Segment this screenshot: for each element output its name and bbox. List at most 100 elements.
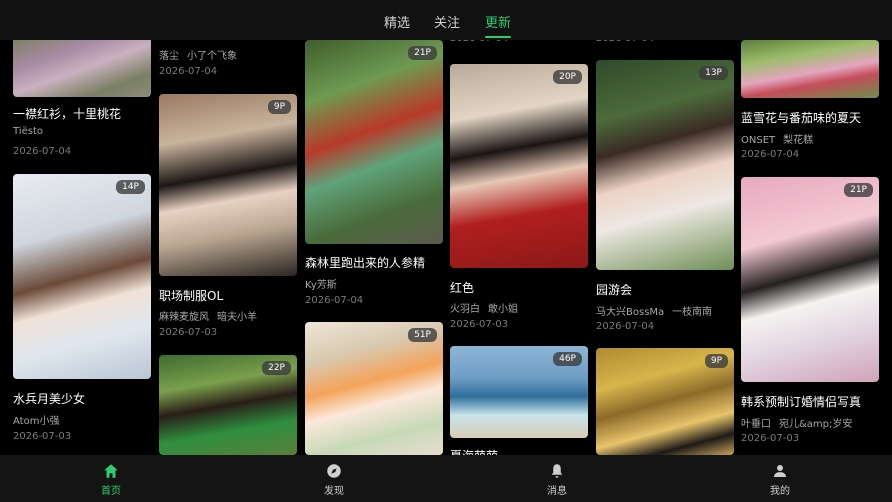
- tab-featured[interactable]: 精选: [384, 12, 410, 31]
- author-name[interactable]: 一枝南南: [672, 307, 712, 318]
- author-name[interactable]: 敢小姐: [488, 304, 518, 315]
- gallery-card[interactable]: 蓝雪花与番茄味的夏天 ONSET 梨花糕 2026-07-04: [741, 40, 879, 165]
- gallery-card[interactable]: 落尘 小了个飞象 2026-07-04: [159, 40, 297, 85]
- active-tab-indicator: [485, 36, 512, 38]
- feed-column-6: 蓝雪花与番茄味的夏天 ONSET 梨花糕 2026-07-04 21P 韩系预制订…: [741, 40, 879, 455]
- feed-column-5: 2026-07-04 13P 园游会 马大兴BossMa 一枝南南 2026-07…: [596, 40, 734, 455]
- cover-image[interactable]: [13, 40, 151, 97]
- gallery-card[interactable]: 46P 夏海萌萌: [450, 346, 588, 455]
- card-title[interactable]: 蓝雪花与番茄味的夏天: [741, 109, 879, 126]
- card-date: 2026-07-03: [13, 431, 72, 442]
- card-date: 2026-07-03: [450, 319, 509, 330]
- gallery-card[interactable]: 21P 韩系预制订婚情侣写真 叶垂口 宛儿&amp;岁安 2026-07-03: [741, 177, 879, 455]
- card-authors: Atom小强: [13, 412, 153, 427]
- nav-label: 我的: [770, 486, 790, 497]
- cover-image[interactable]: 21P: [741, 177, 879, 382]
- card-title[interactable]: 森林里跑出来的人参精: [305, 254, 443, 271]
- photo-count-badge: 21P: [408, 46, 437, 60]
- cover-image[interactable]: 9P: [596, 348, 734, 455]
- author-name[interactable]: Tiësto: [13, 126, 43, 137]
- gallery-feed[interactable]: 一襟红衫，十里桃花 Tiësto 2026-07-04 14P 水兵月美少女 A…: [0, 40, 892, 455]
- feed-column-3: 21P 森林里跑出来的人参精 Ky芳斯 2026-07-04 51P: [305, 40, 443, 455]
- feed-column-4: 2026-07-04 20P 红色 火羽白敢小姐 2026-07-03 46P …: [450, 40, 588, 455]
- gallery-card[interactable]: 一襟红衫，十里桃花 Tiësto 2026-07-04: [13, 40, 151, 180]
- card-date: 2026-07-04: [305, 295, 364, 306]
- gallery-card[interactable]: 9P: [596, 348, 734, 455]
- cover-image[interactable]: [741, 40, 879, 98]
- gallery-card[interactable]: 9P 职场制服OL 麻辣麦旋风 暗夫小羊 2026-07-03: [159, 94, 297, 344]
- photo-count-badge: 51P: [408, 328, 437, 342]
- gallery-card[interactable]: 13P 园游会 马大兴BossMa 一枝南南 2026-07-04: [596, 60, 736, 332]
- photo-count-badge: 14P: [116, 180, 145, 194]
- cover-image[interactable]: 21P: [305, 40, 443, 244]
- nav-profile[interactable]: 我的: [740, 462, 820, 497]
- tab-updates[interactable]: 更新: [485, 12, 512, 38]
- feed-column-2: 落尘 小了个飞象 2026-07-04 9P 职场制服OL 麻辣麦旋风 暗夫小羊 2…: [159, 40, 297, 455]
- card-date: 2026-07-04: [596, 321, 655, 332]
- cover-image[interactable]: 13P: [596, 60, 734, 270]
- author-name[interactable]: Ky芳斯: [305, 280, 337, 291]
- card-title[interactable]: 夏海萌萌: [450, 447, 588, 455]
- nav-home[interactable]: 首页: [71, 462, 151, 497]
- author-name[interactable]: 麻辣麦旋风: [159, 312, 209, 323]
- cover-image[interactable]: 14P: [13, 174, 151, 379]
- card-date: 2026-07-04: [741, 149, 800, 160]
- tab-updates-label: 更新: [485, 16, 512, 31]
- card-authors: 火羽白 敢小姐: [450, 300, 590, 315]
- card-title[interactable]: 园游会: [596, 281, 734, 298]
- author-name[interactable]: Atom小强: [13, 416, 59, 427]
- nav-label: 发现: [324, 486, 344, 497]
- card-title[interactable]: 职场制服OL: [159, 287, 297, 304]
- author-name[interactable]: ONSET: [741, 135, 775, 146]
- tab-following[interactable]: 关注: [434, 12, 460, 31]
- author-name[interactable]: 叶垂口: [741, 419, 771, 430]
- photo-count-badge: 20P: [553, 70, 582, 84]
- card-authors: Tiësto: [13, 126, 153, 137]
- photo-count-badge: 13P: [699, 66, 728, 80]
- card-authors: 马大兴BossMa 一枝南南: [596, 303, 736, 318]
- photo-count-badge: 9P: [704, 354, 728, 368]
- card-authors: ONSET 梨花糕: [741, 131, 881, 146]
- card-authors: 麻辣麦旋风 暗夫小羊: [159, 308, 299, 323]
- cover-image[interactable]: 22P: [159, 355, 297, 455]
- feed-column-1: 一襟红衫，十里桃花 Tiësto 2026-07-04 14P 水兵月美少女 A…: [13, 40, 151, 455]
- gallery-card[interactable]: 2026-07-04: [450, 40, 588, 58]
- author-name[interactable]: 宛儿&amp;岁安: [779, 419, 852, 430]
- card-title[interactable]: 红色: [450, 279, 588, 296]
- card-title[interactable]: 韩系预制订婚情侣写真: [741, 393, 879, 410]
- photo-count-badge: 9P: [267, 100, 291, 114]
- card-date: 2026-07-04: [159, 66, 218, 77]
- bell-icon: [551, 464, 563, 478]
- author-name[interactable]: 梨花糕: [783, 135, 813, 146]
- card-title[interactable]: 一襟红衫，十里桃花: [13, 105, 151, 122]
- author-name[interactable]: 暗夫小羊: [217, 312, 257, 323]
- gallery-card[interactable]: 22P: [159, 355, 297, 455]
- photo-count-badge: 22P: [262, 361, 291, 375]
- card-authors: 落尘 小了个飞象: [159, 47, 299, 62]
- gallery-card[interactable]: 14P 水兵月美少女 Atom小强 2026-07-03: [13, 174, 151, 454]
- cover-image[interactable]: 20P: [450, 64, 588, 268]
- top-tab-bar: 精选 关注 更新: [0, 0, 892, 40]
- card-date: 2026-07-04: [450, 40, 508, 44]
- photo-count-badge: 46P: [553, 352, 582, 366]
- cover-image[interactable]: 51P: [305, 322, 443, 455]
- card-title[interactable]: 水兵月美少女: [13, 390, 151, 407]
- author-name[interactable]: 火羽白: [450, 304, 480, 315]
- cover-image[interactable]: 46P: [450, 346, 588, 438]
- gallery-card[interactable]: 2026-07-04: [596, 40, 734, 54]
- card-date: 2026-07-04: [596, 40, 654, 44]
- nav-discover[interactable]: 发现: [294, 462, 374, 497]
- card-date: 2026-07-03: [159, 327, 218, 338]
- author-name[interactable]: 马大兴BossMa: [596, 307, 664, 318]
- card-date: 2026-07-04: [13, 146, 72, 157]
- photo-count-badge: 21P: [844, 183, 873, 197]
- user-icon: [774, 465, 786, 477]
- nav-messages[interactable]: 消息: [517, 462, 597, 497]
- author-name[interactable]: 落尘: [159, 51, 179, 62]
- author-name[interactable]: 小了个飞象: [187, 51, 237, 62]
- gallery-card[interactable]: 51P: [305, 322, 443, 455]
- gallery-card[interactable]: 21P 森林里跑出来的人参精 Ky芳斯 2026-07-04: [305, 40, 443, 310]
- cover-image[interactable]: 9P: [159, 94, 297, 276]
- gallery-card[interactable]: 20P 红色 火羽白 敢小姐 2026-07-03: [450, 64, 588, 334]
- compass-icon: [327, 464, 341, 478]
